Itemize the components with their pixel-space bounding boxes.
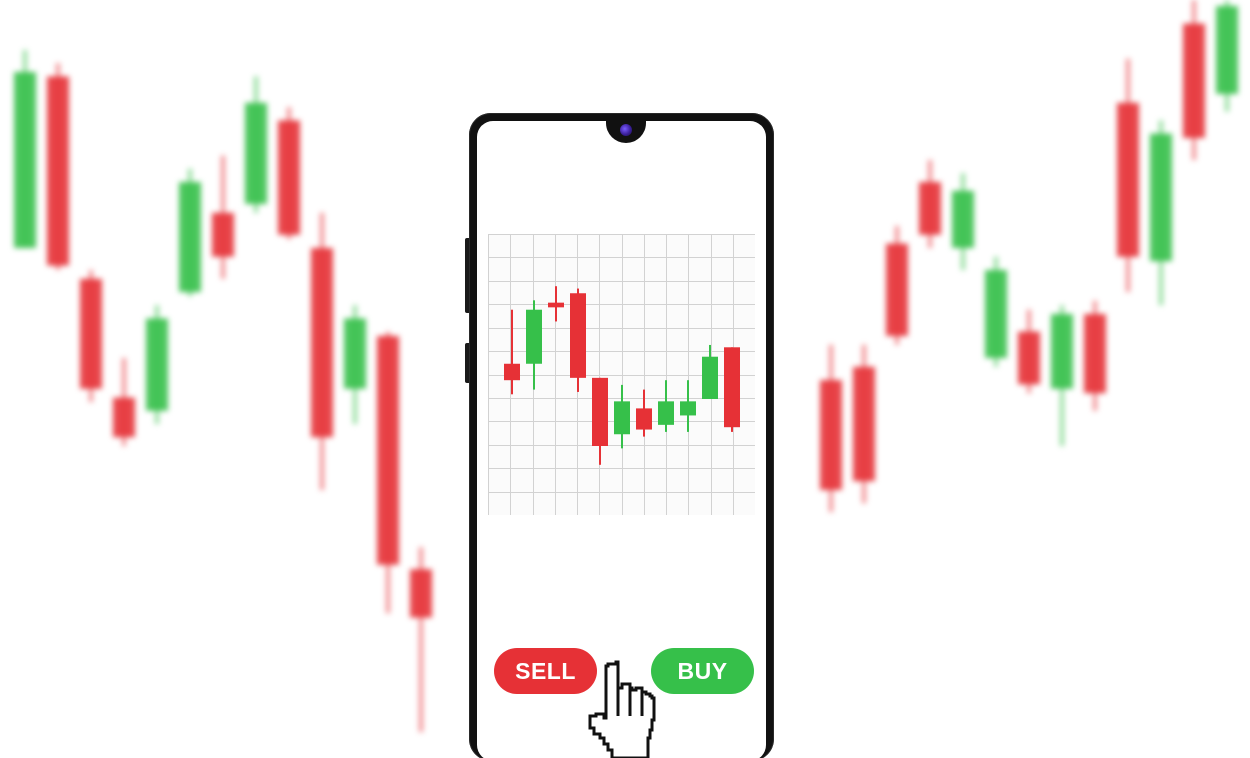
bullish-candle bbox=[702, 356, 718, 399]
background-bullish-candle bbox=[1216, 6, 1238, 94]
background-bullish-candle bbox=[1051, 314, 1073, 389]
bullish-candle bbox=[614, 401, 630, 435]
sell-button-label: SELL bbox=[515, 657, 576, 684]
background-bearish-candle bbox=[886, 243, 908, 336]
background-bearish-candle bbox=[1084, 314, 1106, 394]
bearish-candle bbox=[570, 293, 586, 378]
background-bearish-candle bbox=[113, 397, 135, 438]
background-bullish-candle bbox=[146, 318, 168, 411]
bearish-candle bbox=[504, 363, 520, 381]
background-bearish-candle bbox=[212, 212, 234, 257]
stage: SELL BUY bbox=[0, 0, 1250, 758]
bullish-candle bbox=[680, 401, 696, 416]
background-bearish-candle bbox=[1117, 102, 1139, 257]
bearish-candle bbox=[548, 302, 564, 308]
background-bullish-candle bbox=[179, 182, 201, 292]
bullish-candle bbox=[658, 401, 674, 425]
background-bearish-candle bbox=[919, 182, 941, 235]
background-bullish-candle bbox=[952, 190, 974, 248]
bearish-candle bbox=[636, 408, 652, 430]
bearish-candle bbox=[724, 347, 740, 428]
bullish-candle bbox=[526, 309, 542, 364]
camera-notch bbox=[606, 121, 646, 143]
background-bearish-candle bbox=[1183, 23, 1205, 139]
background-bullish-candle bbox=[245, 102, 267, 204]
background-bearish-candle bbox=[80, 278, 102, 389]
background-bearish-candle bbox=[47, 76, 69, 266]
background-bearish-candle bbox=[278, 120, 300, 235]
buy-button[interactable]: BUY bbox=[651, 648, 754, 694]
background-bearish-candle bbox=[1018, 331, 1040, 385]
hand-pointer-cursor-icon bbox=[588, 660, 656, 758]
background-bullish-candle bbox=[344, 318, 366, 389]
background-bullish-candle bbox=[1150, 133, 1172, 262]
background-bullish-candle bbox=[985, 270, 1007, 358]
background-bearish-candle bbox=[311, 248, 333, 438]
phone-power-button bbox=[465, 343, 469, 383]
background-bearish-candle bbox=[377, 336, 399, 565]
background-bearish-candle bbox=[853, 366, 875, 482]
front-camera-icon bbox=[620, 124, 632, 136]
candlestick-chart-panel bbox=[488, 234, 756, 516]
phone-volume-button bbox=[465, 238, 469, 313]
background-bullish-candle bbox=[14, 72, 36, 248]
background-bearish-candle bbox=[820, 380, 842, 490]
bearish-candle bbox=[592, 377, 608, 446]
sell-button[interactable]: SELL bbox=[494, 648, 597, 694]
buy-button-label: BUY bbox=[677, 657, 728, 684]
background-bearish-candle bbox=[410, 569, 432, 618]
candlestick-chart bbox=[488, 234, 756, 516]
